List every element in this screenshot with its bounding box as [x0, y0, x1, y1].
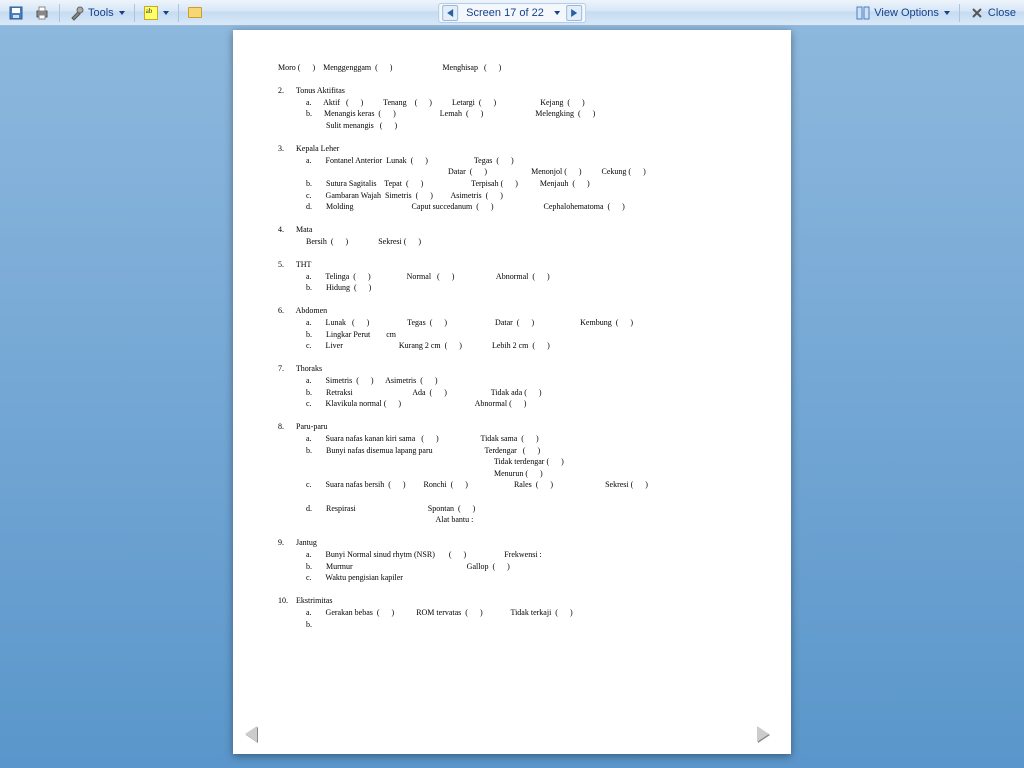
text-line: d. Respirasi Spontan ( ) [278, 503, 756, 515]
chevron-down-icon [944, 11, 950, 15]
section-heading: 9. Jantug [278, 537, 756, 549]
page-next-button[interactable] [757, 726, 779, 744]
section-heading: 7. Thoraks [278, 363, 756, 375]
text-line: d. Molding Caput succedanum ( ) Cephaloh… [278, 201, 756, 213]
text-line: Moro ( ) Menggenggam ( ) Menghisap ( ) [278, 62, 756, 74]
toolbar-left: Tools [4, 3, 206, 23]
text-line: b. Murmur Gallop ( ) [278, 561, 756, 573]
page-navigator: Screen 17 of 22 [438, 3, 586, 23]
toolbar-right: View Options Close [851, 3, 1020, 23]
text-line: Tidak terdengar ( ) [278, 456, 756, 468]
text-line: c. Klavikula normal ( ) Abnormal ( ) [278, 398, 756, 410]
arrow-left-icon [245, 726, 257, 742]
view-options-icon [855, 5, 871, 21]
separator [178, 4, 179, 22]
folder-button[interactable] [184, 5, 206, 20]
text-line: b. Lingkar Perut cm [278, 329, 756, 341]
text-line: c. Suara nafas bersih ( ) Ronchi ( ) Ral… [278, 479, 756, 491]
print-button[interactable] [30, 3, 54, 23]
text-line: c. Liver Kurang 2 cm ( ) Lebih 2 cm ( ) [278, 340, 756, 352]
text-line: a. Telinga ( ) Normal ( ) Abnormal ( ) [278, 271, 756, 283]
text-line: a. Suara nafas kanan kiri sama ( ) Tidak… [278, 433, 756, 445]
text-line: Bersih ( ) Sekresi ( ) [278, 236, 756, 248]
arrow-right-icon [757, 726, 769, 742]
text-line: a. Bunyi Normal sinud rhytm (NSR) ( ) Fr… [278, 549, 756, 561]
section-heading: 8. Paru-paru [278, 421, 756, 433]
toolbar: Tools Screen 17 of 22 View Options Close [0, 0, 1024, 26]
highlight-button[interactable] [140, 4, 173, 22]
separator [134, 4, 135, 22]
section-heading: 2. Tonus Aktifitas [278, 85, 756, 97]
tools-icon [69, 5, 85, 21]
text-line: a. Gerakan bebas ( ) ROM tervatas ( ) Ti… [278, 607, 756, 619]
text-line: b. Menangis keras ( ) Lemah ( ) Melengki… [278, 108, 756, 120]
section-heading: 3. Kepala Leher [278, 143, 756, 155]
text-line: Datar ( ) Menonjol ( ) Cekung ( ) [278, 166, 756, 178]
document-page: Moro ( ) Menggenggam ( ) Menghisap ( ) 2… [233, 30, 791, 754]
text-line: b. Retraksi Ada ( ) Tidak ada ( ) [278, 387, 756, 399]
section-heading: 5. THT [278, 259, 756, 271]
triangle-right-icon [571, 9, 577, 17]
prev-screen-button[interactable] [442, 5, 458, 21]
view-options-button[interactable]: View Options [851, 3, 954, 23]
print-icon [34, 5, 50, 21]
page-prev-button[interactable] [245, 726, 267, 744]
text-line: c. Gambaran Wajah Simetris ( ) Asimetris… [278, 190, 756, 202]
chevron-down-icon [554, 11, 560, 15]
text-line: a. Lunak ( ) Tegas ( ) Datar ( ) Kembung… [278, 317, 756, 329]
text-line: Menurun ( ) [278, 468, 756, 480]
separator [59, 4, 60, 22]
next-screen-button[interactable] [566, 5, 582, 21]
close-button[interactable]: Close [965, 3, 1020, 23]
screen-indicator[interactable]: Screen 17 of 22 [460, 7, 550, 19]
save-icon [8, 5, 24, 21]
text-line: a. Simetris ( ) Asimetris ( ) [278, 375, 756, 387]
chevron-down-icon [119, 11, 125, 15]
text-line: c. Waktu pengisian kapiler [278, 572, 756, 584]
text-line: b. [278, 619, 756, 631]
section-heading: 4. Mata [278, 224, 756, 236]
tools-button[interactable]: Tools [65, 3, 129, 23]
page-content: Moro ( ) Menggenggam ( ) Menghisap ( ) 2… [233, 30, 791, 650]
text-line: Alat bantu : [278, 514, 756, 526]
text-line: a. Aktif ( ) Tenang ( ) Letargi ( ) Keja… [278, 97, 756, 109]
text-line: b. Sutura Sagitalis Tepat ( ) Terpisah (… [278, 178, 756, 190]
save-button[interactable] [4, 3, 28, 23]
separator [959, 4, 960, 22]
text-line: a. Fontanel Anterior Lunak ( ) Tegas ( ) [278, 155, 756, 167]
section-heading: 10. Ekstrimitas [278, 595, 756, 607]
tools-label: Tools [88, 7, 114, 19]
close-label: Close [988, 7, 1016, 19]
folder-icon [188, 7, 202, 18]
close-icon [969, 5, 985, 21]
text-line: b. Hidung ( ) [278, 282, 756, 294]
triangle-left-icon [447, 9, 453, 17]
text-line: Sulit menangis ( ) [278, 120, 756, 132]
chevron-down-icon [163, 11, 169, 15]
section-heading: 6. Abdomen [278, 305, 756, 317]
text-line: b. Bunyi nafas disemua lapang paru Terde… [278, 445, 756, 457]
view-options-label: View Options [874, 7, 939, 19]
highlight-icon [144, 6, 158, 20]
